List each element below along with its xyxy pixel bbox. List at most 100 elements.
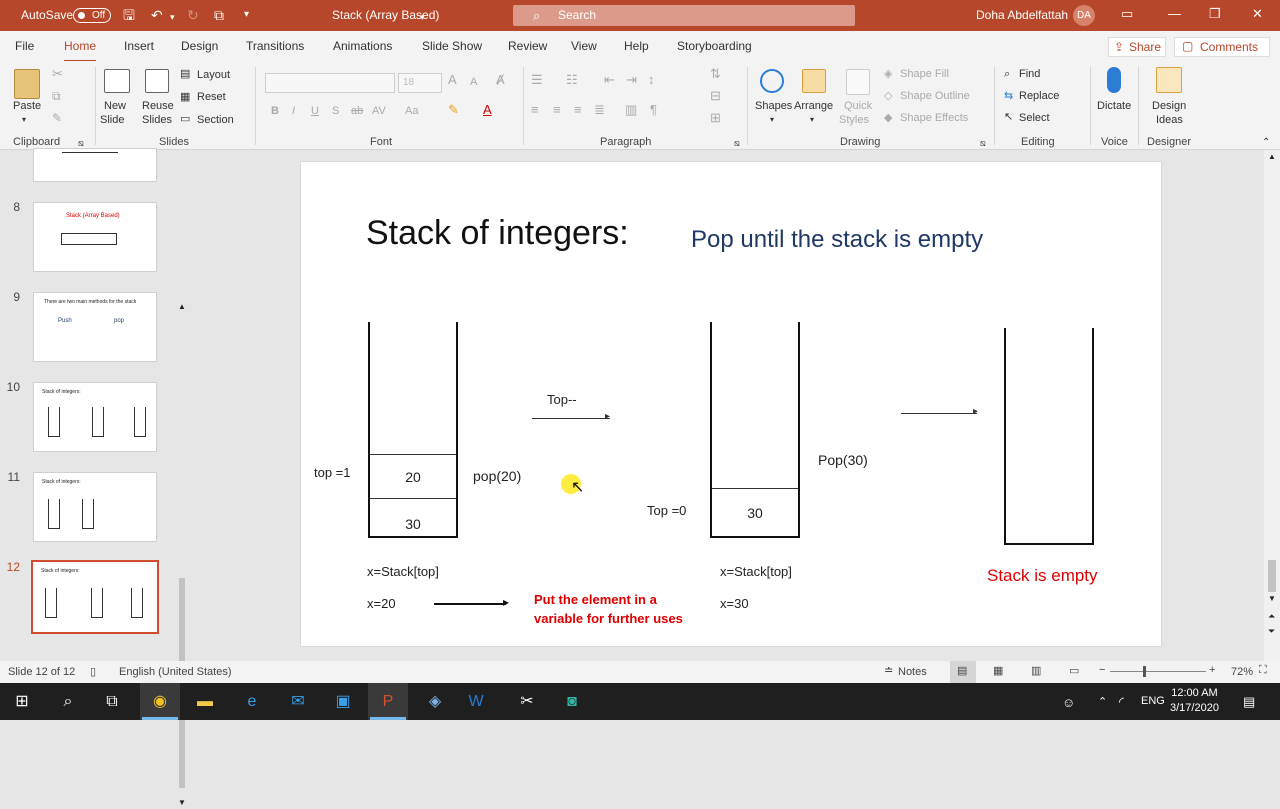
dictate-button[interactable]: Dictate — [1097, 99, 1131, 113]
tray-overflow-icon[interactable]: ⌃ — [1098, 695, 1107, 708]
slide-canvas[interactable]: Stack of integers: Pop until the stack i… — [300, 161, 1162, 647]
arrange-icon[interactable] — [802, 69, 826, 93]
title-dropdown-icon[interactable]: ▾ — [420, 8, 425, 26]
font-name-box[interactable] — [265, 73, 395, 93]
shapes-dropdown-icon[interactable]: ▾ — [770, 113, 774, 127]
zoom-in-icon[interactable]: + — [1209, 664, 1215, 676]
slide-sorter-icon[interactable]: ▦ — [993, 664, 1003, 677]
search-input[interactable]: ⌕ Search — [513, 5, 855, 26]
notes-button[interactable]: Notes — [898, 666, 927, 678]
share-button[interactable]: Share — [1108, 37, 1166, 57]
taskbar-clock[interactable]: 12:00 AM 3/17/2020 — [1170, 686, 1219, 716]
reuse-slides-label-2[interactable]: Slides — [142, 113, 172, 127]
tab-file[interactable]: File — [15, 39, 34, 53]
redo-icon[interactable]: ↻ — [187, 6, 199, 24]
previous-slide-icon[interactable]: ⏶ — [1268, 611, 1275, 622]
design-ideas-label[interactable]: Design — [1152, 99, 1186, 113]
align-center-icon[interactable]: ≡ — [553, 103, 561, 117]
text-direction-icon[interactable]: ⇅ — [710, 67, 721, 81]
stack-container-2[interactable]: 30 — [710, 322, 800, 538]
find-button[interactable]: Find — [1019, 67, 1040, 81]
font-color-icon[interactable]: A — [483, 103, 492, 117]
people-icon[interactable]: ☺ — [1062, 695, 1075, 710]
powerpoint-icon[interactable]: P — [374, 689, 402, 715]
italic-icon[interactable]: I — [292, 104, 295, 118]
mail-icon[interactable]: ✉ — [284, 689, 312, 715]
shrink-font-icon[interactable]: A — [470, 75, 477, 89]
store-icon[interactable]: ▣ — [329, 689, 357, 715]
scrollbar-thumb[interactable] — [1268, 560, 1276, 592]
slide-title[interactable]: Stack of integers: — [366, 214, 629, 253]
bullets-icon[interactable]: ☰ — [531, 73, 543, 87]
slide-thumbnail-9[interactable]: There are two main methods for the stack… — [33, 292, 157, 362]
task-view-icon[interactable]: ⧉ — [98, 689, 126, 715]
normal-view-icon[interactable]: ▤ — [957, 664, 967, 677]
shapes-button[interactable]: Shapes — [755, 99, 792, 113]
editor-scrollbar[interactable]: ▲ ▼ ⏶ ⏷ — [1264, 150, 1280, 661]
collapse-ribbon-icon[interactable]: ⌃ — [1262, 136, 1270, 150]
tab-view[interactable]: View — [571, 39, 597, 53]
decrease-indent-icon[interactable]: ⇤ — [604, 73, 615, 87]
quick-styles-icon[interactable] — [846, 69, 870, 95]
scroll-down-icon[interactable]: ▼ — [178, 798, 186, 807]
arrange-dropdown-icon[interactable]: ▾ — [810, 113, 814, 127]
notifications-icon[interactable]: ▤ — [1243, 694, 1255, 710]
fit-slide-icon[interactable]: ⛶ — [1259, 664, 1267, 677]
tab-animations[interactable]: Animations — [333, 39, 392, 53]
replace-button[interactable]: Replace — [1019, 89, 1059, 103]
align-left-icon[interactable]: ≡ — [531, 103, 539, 117]
thumbnail-scrollbar[interactable]: ▲ ▼ — [176, 302, 188, 809]
bold-icon[interactable]: B — [271, 104, 279, 118]
search-icon[interactable]: ⌕ — [54, 689, 82, 715]
zoom-level[interactable]: 72% — [1231, 666, 1253, 678]
drawing-launcher-icon[interactable]: ⧅ — [980, 136, 986, 150]
design-ideas-icon[interactable] — [1156, 67, 1182, 93]
spellcheck-icon[interactable]: ▯ — [90, 665, 96, 678]
tab-slide-show[interactable]: Slide Show — [422, 39, 482, 53]
shape-fill-button[interactable]: Shape Fill — [900, 67, 949, 81]
quick-styles-label-2[interactable]: Styles — [839, 113, 869, 127]
section-button[interactable]: Section — [197, 113, 234, 127]
slide-thumbnail-10[interactable]: Stack of integers: — [33, 382, 157, 452]
minimize-icon[interactable]: — — [1168, 6, 1181, 21]
grow-font-icon[interactable]: A — [448, 73, 457, 87]
save-icon[interactable]: 🖫 — [123, 6, 135, 24]
word-icon[interactable]: W — [462, 689, 490, 715]
align-right-icon[interactable]: ≡ — [574, 103, 582, 117]
change-case-icon[interactable]: Aa — [405, 104, 418, 118]
windows-start-icon[interactable]: ⊞ — [8, 689, 36, 715]
stack-container-1[interactable]: 20 30 — [368, 322, 458, 538]
recorder-icon[interactable]: ◙ — [558, 689, 586, 715]
scroll-up-icon[interactable]: ▲ — [178, 302, 186, 311]
shape-effects-button[interactable]: Shape Effects — [900, 111, 968, 125]
scroll-up-icon[interactable]: ▲ — [1268, 152, 1276, 161]
smartart-icon[interactable]: ⊞ — [710, 111, 721, 125]
new-slide-label[interactable]: New — [104, 99, 126, 113]
layout-button[interactable]: Layout — [197, 68, 230, 82]
file-explorer-icon[interactable]: ▬ — [191, 689, 219, 715]
strikethrough-icon[interactable]: ab — [351, 104, 363, 118]
line-spacing-icon[interactable]: ↕ — [648, 73, 655, 87]
wifi-icon[interactable]: ◜ — [1119, 694, 1124, 710]
reuse-slides-icon[interactable] — [145, 69, 169, 93]
tab-review[interactable]: Review — [508, 39, 547, 53]
zoom-slider-thumb[interactable] — [1143, 666, 1146, 677]
format-painter-icon[interactable]: ✎ — [52, 111, 62, 125]
copy-icon[interactable]: ⧉ — [52, 89, 61, 103]
tab-insert[interactable]: Insert — [124, 39, 154, 53]
justify-icon[interactable]: ≣ — [594, 103, 605, 117]
highlight-icon[interactable]: ✎ — [448, 103, 459, 117]
tab-home[interactable]: Home — [64, 39, 97, 62]
close-icon[interactable]: ✕ — [1252, 6, 1263, 22]
numbering-icon[interactable]: ☷ — [566, 73, 578, 87]
underline-icon[interactable]: U — [311, 104, 319, 118]
microphone-icon[interactable] — [1107, 67, 1121, 93]
tab-design[interactable]: Design — [181, 39, 218, 53]
autosave-toggle[interactable]: Off — [73, 8, 111, 23]
cut-icon[interactable]: ✂ — [52, 67, 63, 81]
restore-icon[interactable]: ❐ — [1209, 6, 1221, 22]
slide-subtitle[interactable]: Pop until the stack is empty — [691, 226, 983, 254]
shape-outline-button[interactable]: Shape Outline — [900, 89, 970, 103]
next-slide-icon[interactable]: ⏷ — [1268, 626, 1275, 637]
tab-help[interactable]: Help — [624, 39, 649, 53]
